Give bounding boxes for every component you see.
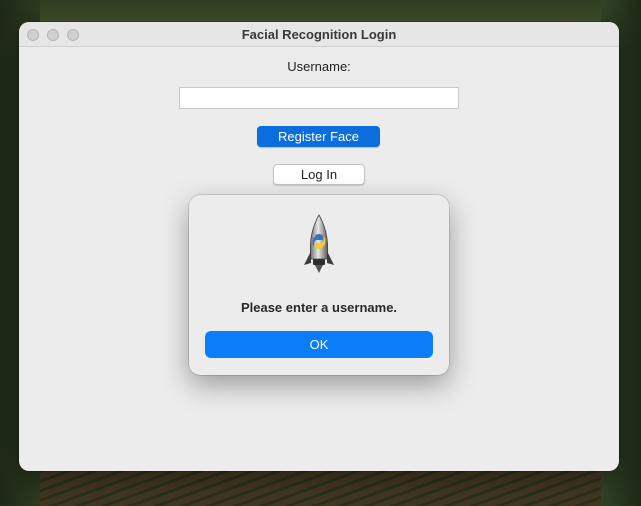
alert-message: Please enter a username. bbox=[240, 300, 398, 315]
log-in-button[interactable]: Log In bbox=[273, 164, 365, 185]
window-title: Facial Recognition Login bbox=[241, 27, 397, 42]
register-face-button[interactable]: Register Face bbox=[257, 126, 380, 147]
title-bar[interactable]: Facial Recognition Login bbox=[19, 22, 619, 47]
python-rocket-icon bbox=[301, 213, 337, 277]
desktop-background: Facial Recognition Login Username: Regis… bbox=[0, 0, 641, 506]
ok-button[interactable]: OK bbox=[205, 331, 433, 358]
username-label: Username: bbox=[287, 59, 351, 74]
alert-dialog: Please enter a username. OK bbox=[189, 195, 449, 375]
username-input[interactable] bbox=[179, 87, 459, 109]
